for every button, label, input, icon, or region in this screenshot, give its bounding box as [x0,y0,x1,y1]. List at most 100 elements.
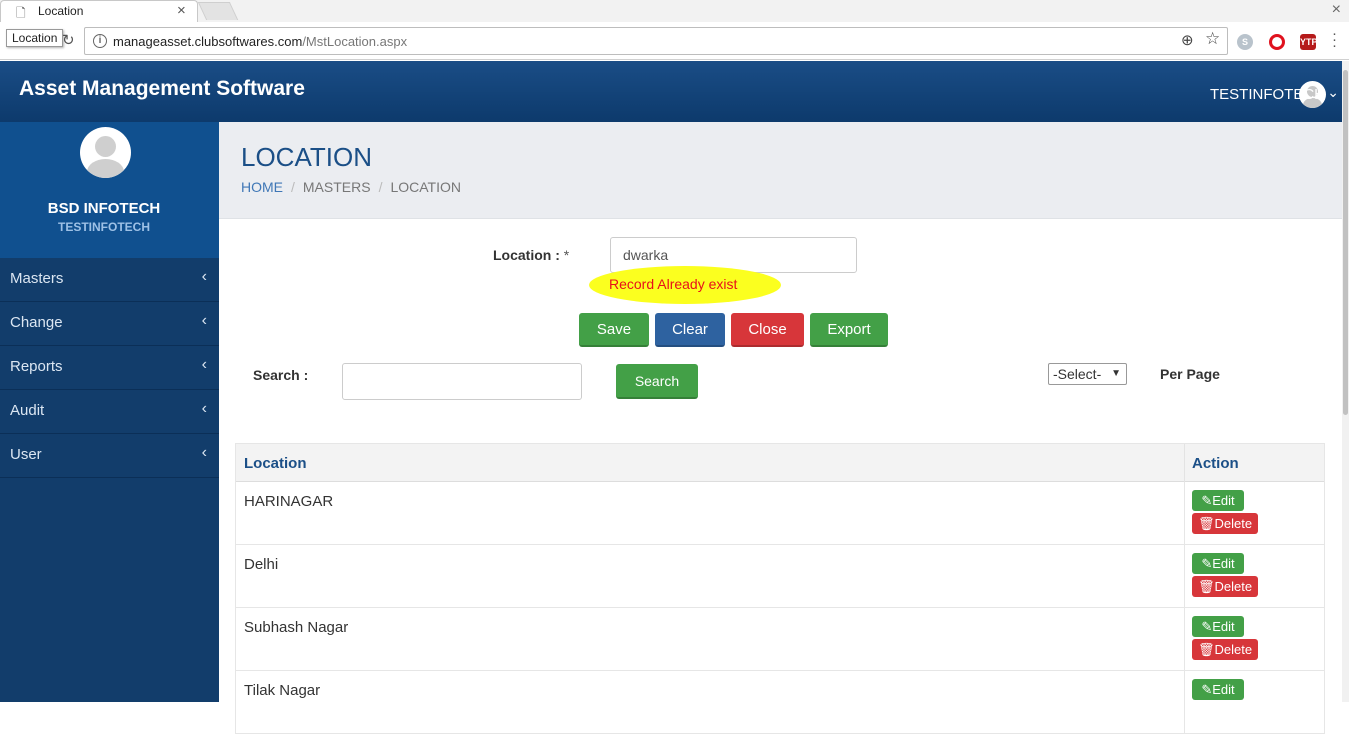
delete-label: Delete [1214,579,1253,594]
company-subtitle: TESTINFOTECH [58,220,150,234]
sidebar-item-label: Masters [10,270,64,287]
location-cell: HARINAGAR [244,493,334,510]
clear-button[interactable]: Clear [655,313,725,347]
location-label: Location : * [493,247,569,263]
scrollbar-thumb[interactable] [1343,70,1348,415]
breadcrumb-separator: / [378,179,383,195]
edit-button[interactable]: ✎Edit [1192,490,1244,511]
sidebar-item-label: Audit [10,402,45,419]
column-divider [1184,545,1185,608]
delete-button[interactable]: 🗑Delete [1192,576,1258,597]
delete-label: Delete [1214,516,1253,531]
bookmark-star-icon[interactable]: ☆ [1205,29,1220,49]
per-page-select[interactable]: -Select- ▼ [1048,363,1127,385]
export-button[interactable]: Export [810,313,888,347]
sidebar-item-audit[interactable]: Audit ‹ [0,390,219,434]
table-header: Location Action [236,444,1324,482]
save-button[interactable]: Save [579,313,649,347]
chevron-left-icon: ‹ [201,356,207,373]
search-label: Search : [253,367,309,383]
edit-button[interactable]: ✎Edit [1192,679,1244,700]
address-bar[interactable]: i manageasset.clubsoftwares.com/MstLocat… [84,27,1228,55]
sidebar-item-label: User [10,446,42,463]
breadcrumb-location: LOCATION [390,179,461,195]
edit-label: Edit [1212,619,1235,634]
column-divider [1184,444,1185,482]
sidebar-item-label: Reports [10,358,63,375]
edit-label: Edit [1212,682,1235,697]
edit-label: Edit [1212,493,1235,508]
location-cell: Tilak Nagar [244,682,321,699]
delete-button[interactable]: 🗑Delete [1192,513,1258,534]
sidebar-item-label: Change [10,314,63,331]
location-table: Location Action HARINAGAR ✎Edit 🗑Delete … [235,443,1325,734]
dropdown-arrow-icon: ▼ [1111,368,1121,379]
column-divider [1184,608,1185,671]
table-row: Tilak Nagar ✎Edit [236,671,1324,734]
avatar [80,127,131,178]
chevron-left-icon: ‹ [201,268,207,285]
skype-extension-icon[interactable]: S [1237,34,1253,50]
url-text: manageasset.clubsoftwares.com/MstLocatio… [113,34,407,49]
chevron-left-icon: ‹ [201,312,207,329]
per-page-label: Per Page [1160,366,1220,382]
search-button[interactable]: Search [616,364,698,399]
close-button[interactable]: Close [731,313,804,347]
sidebar-item-change[interactable]: Change ‹ [0,302,219,346]
sidebar: BSD INFOTECH TESTINFOTECH Masters ‹ Chan… [0,122,219,702]
error-message: Record Already exist [609,276,738,292]
delete-label: Delete [1214,642,1253,657]
pencil-icon: ✎ [1201,556,1213,571]
app-title: Asset Management Software [19,77,305,100]
edit-label: Edit [1212,556,1235,571]
breadcrumb-separator: / [291,179,295,195]
location-cell: Subhash Nagar [244,619,349,636]
page-title: LOCATION [241,142,372,172]
tab-tooltip: Location [6,29,64,47]
info-icon[interactable]: i [93,34,107,48]
table-row: HARINAGAR ✎Edit 🗑Delete [236,482,1324,545]
search-input[interactable] [342,363,582,400]
delete-button[interactable]: 🗑Delete [1192,639,1258,660]
ytp-extension-icon[interactable]: YTP [1300,34,1318,50]
tab-close-icon[interactable]: × [177,2,186,19]
location-cell: Delhi [244,556,279,573]
window-close-icon[interactable]: × [1332,1,1341,19]
chevron-left-icon: ‹ [201,400,207,417]
required-mark: * [563,247,570,263]
browser-menu-icon[interactable]: · · · [1332,26,1337,53]
opera-extension-icon[interactable] [1269,34,1285,50]
breadcrumb-masters: MASTERS [302,179,371,195]
trash-icon: 🗑 [1197,579,1215,594]
edit-button[interactable]: ✎Edit [1192,553,1244,574]
tab-title: Location [38,4,84,18]
sidebar-item-masters[interactable]: Masters ‹ [0,258,219,302]
browser-tab[interactable]: 🗋 Location × [0,0,198,22]
browser-tab-strip: 🗋 Location × × [0,0,1349,22]
chevron-left-icon: ‹ [201,444,207,461]
column-divider [1184,671,1185,734]
url-path: /MstLocation.aspx [302,34,408,49]
pencil-icon: ✎ [1201,619,1213,634]
sidebar-item-user[interactable]: User ‹ [0,434,219,478]
breadcrumb: HOME / MASTERS / LOCATION [241,179,461,195]
breadcrumb-home[interactable]: HOME [241,179,283,195]
trash-icon: 🗑 [1197,516,1215,531]
sidebar-item-reports[interactable]: Reports ‹ [0,346,219,390]
column-divider [1184,482,1185,545]
browser-toolbar: Location ↻ i manageasset.clubsoftwares.c… [0,22,1349,60]
new-tab-button[interactable] [197,2,239,20]
per-page-selected: -Select- [1053,366,1102,382]
location-label-text: Location : [493,247,560,263]
table-row: Delhi ✎Edit 🗑Delete [236,545,1324,608]
reload-icon[interactable]: ↻ [62,31,75,49]
table-row: Subhash Nagar ✎Edit 🗑Delete [236,608,1324,671]
column-header-location[interactable]: Location [244,455,307,472]
edit-button[interactable]: ✎Edit [1192,616,1244,637]
url-host: manageasset.clubsoftwares.com [113,34,303,49]
sidebar-profile: BSD INFOTECH TESTINFOTECH [0,122,219,258]
column-header-action: Action [1192,455,1239,472]
zoom-icon[interactable]: ⊕ [1181,31,1194,49]
app-header: Asset Management Software TESTINFOTECH ⌄ [0,61,1349,122]
chevron-down-icon: ⌄ [1327,84,1339,100]
